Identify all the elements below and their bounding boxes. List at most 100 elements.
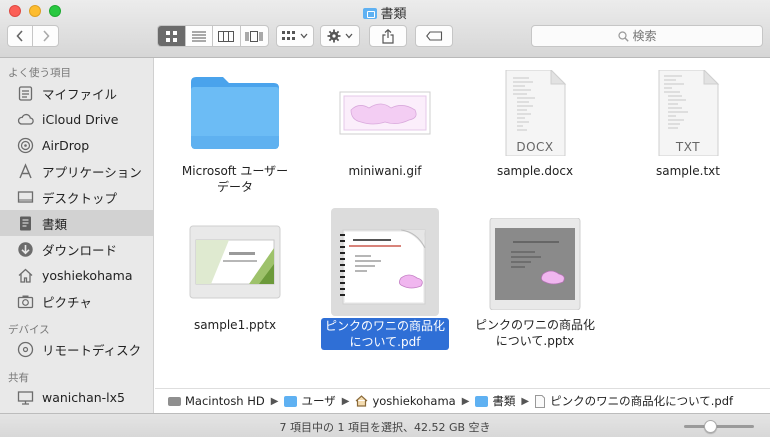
file-name: Microsoft ユーザー データ — [181, 164, 289, 194]
sidebar-item-icloud-drive[interactable]: iCloud Drive — [0, 106, 153, 132]
status-bar: 7 項目中の 1 項目を選択、42.52 GB 空き — [0, 413, 770, 437]
column-view-button[interactable] — [213, 26, 241, 46]
download-icon — [17, 241, 34, 258]
sidebar-item-desktop[interactable]: デスクトップ — [0, 184, 153, 210]
window-title-text: 書類 — [380, 7, 407, 22]
file-item[interactable]: DOCX sample.docx — [465, 68, 605, 179]
sidebar-item-applications[interactable]: アプリケーション — [0, 158, 153, 184]
list-icon — [191, 31, 206, 41]
sidebar-item-documents[interactable]: 書類 — [0, 210, 153, 236]
path-label: ユーザ — [301, 394, 336, 408]
tags-button[interactable] — [415, 25, 453, 47]
path-label: 書類 — [492, 394, 516, 408]
file-name: ピンクのワニの商品化について.pptx — [474, 318, 595, 348]
sidebar-item-label: マイファイル — [42, 86, 118, 102]
path-item-documents[interactable]: 書類 — [475, 393, 515, 409]
sidebar-item-remote-disc[interactable]: リモートディスク — [0, 336, 153, 362]
home-icon — [17, 267, 34, 284]
path-bar: Macintosh HD ▶ ユーザ ▶ yoshiekohama ▶ 書類 ▶… — [155, 388, 770, 413]
home-icon — [356, 395, 368, 407]
file-name: miniwani.gif — [348, 164, 422, 178]
icon-size-slider[interactable] — [684, 420, 754, 433]
sidebar-item-label: 書類 — [42, 216, 68, 232]
share-button[interactable] — [369, 25, 407, 47]
file-item[interactable]: miniwani.gif — [315, 70, 455, 179]
back-button[interactable] — [8, 26, 33, 46]
view-mode-control — [157, 25, 269, 47]
sidebar-item-home[interactable]: yoshiekohama — [0, 262, 153, 288]
sidebar-item-label: アプリケーション — [42, 164, 142, 180]
display-icon — [17, 389, 34, 406]
sidebar-header-shared: 共有 — [8, 372, 29, 384]
documents-folder-icon — [363, 8, 378, 19]
sidebar: よく使う項目 マイファイル iCloud Drive AirDrop アプリケー… — [0, 58, 154, 413]
path-item-pdf[interactable]: ピンクのワニの商品化について.pdf — [535, 393, 733, 409]
sidebar-item-pictures[interactable]: ピクチャ — [0, 288, 153, 314]
file-item[interactable]: ピンクのワニの商品化について.pptx — [465, 217, 605, 349]
chevron-down-icon — [345, 33, 353, 39]
file-type-label: DOCX — [516, 140, 554, 154]
chevron-right-icon: ▶ — [341, 395, 350, 407]
path-label: Macintosh HD — [185, 394, 265, 408]
sidebar-item-label: リモートディスク — [42, 342, 142, 358]
desktop-icon — [17, 189, 34, 206]
icon-grid-icon — [165, 30, 177, 42]
coverflow-view-button[interactable] — [241, 26, 268, 46]
list-view-button[interactable] — [186, 26, 213, 46]
sidebar-item-airdrop[interactable]: AirDrop — [0, 132, 153, 158]
sidebar-item-all-files[interactable]: マイファイル — [0, 80, 153, 106]
chevron-right-icon: ▶ — [521, 395, 530, 407]
finder-window: 書類 検索 よく使う項目 マイファイル iCloud Drive AirDrop… — [0, 0, 770, 437]
path-item-macintosh-hd[interactable]: Macintosh HD — [168, 394, 265, 408]
pdf-thumbnail — [331, 208, 439, 316]
sidebar-item-downloads[interactable]: ダウンロード — [0, 236, 153, 262]
gear-icon — [327, 29, 341, 43]
file-item-selected[interactable]: ピンクのワニの商品化について.pdf — [315, 208, 455, 350]
file-name: sample.docx — [496, 164, 574, 178]
file-name: sample1.pptx — [193, 318, 277, 332]
search-icon — [617, 30, 629, 42]
sidebar-item-label: iCloud Drive — [42, 111, 119, 127]
file-item[interactable]: Microsoft ユーザー データ — [165, 70, 305, 195]
all-files-icon — [17, 85, 34, 102]
window-title: 書類 — [0, 3, 770, 22]
disc-icon — [17, 341, 34, 358]
hard-drive-icon — [168, 396, 181, 406]
file-item[interactable]: sample1.pptx — [165, 218, 305, 333]
sidebar-item-wanichan[interactable]: wanichan-lx5 — [0, 384, 153, 410]
action-button[interactable] — [320, 25, 360, 47]
status-text: 7 項目中の 1 項目を選択、42.52 GB 空き — [279, 421, 491, 434]
docx-file-icon: DOCX — [489, 68, 581, 157]
toolbar: 書類 — [0, 0, 770, 58]
folder-icon — [284, 395, 298, 407]
path-item-users[interactable]: ユーザ — [284, 393, 336, 409]
sidebar-item-label: yoshiekohama — [42, 267, 133, 283]
documents-folder-icon — [475, 395, 489, 407]
search-input[interactable] — [632, 29, 677, 43]
cloud-icon — [17, 111, 34, 128]
forward-button[interactable] — [33, 26, 58, 46]
path-label: yoshiekohama — [372, 394, 456, 408]
arrange-icon — [282, 30, 295, 40]
airdrop-icon — [17, 137, 34, 154]
coverflow-icon — [245, 30, 263, 42]
share-icon — [382, 28, 394, 44]
chevron-down-icon — [300, 33, 308, 39]
file-name: sample.txt — [656, 164, 720, 178]
pptx-thumbnail — [189, 218, 281, 310]
icon-view-button[interactable] — [158, 26, 186, 46]
pdf-file-icon — [535, 394, 546, 408]
file-type-label: TXT — [675, 140, 701, 154]
path-item-home[interactable]: yoshiekohama — [355, 394, 456, 408]
tag-icon — [425, 31, 442, 41]
file-item[interactable]: TXT sample.txt — [618, 68, 758, 179]
file-icon-view: Microsoft ユーザー データ miniwani.gif DOCX sam… — [155, 58, 770, 388]
sidebar-item-label: ダウンロード — [42, 242, 118, 258]
chevron-left-icon — [16, 30, 23, 42]
slider-knob[interactable] — [704, 420, 717, 433]
gif-thumbnail — [339, 70, 431, 156]
sidebar-item-label: ピクチャ — [42, 294, 92, 310]
arrange-button[interactable] — [276, 25, 314, 47]
search-field[interactable] — [531, 25, 763, 47]
pptx-thumbnail — [489, 217, 581, 311]
